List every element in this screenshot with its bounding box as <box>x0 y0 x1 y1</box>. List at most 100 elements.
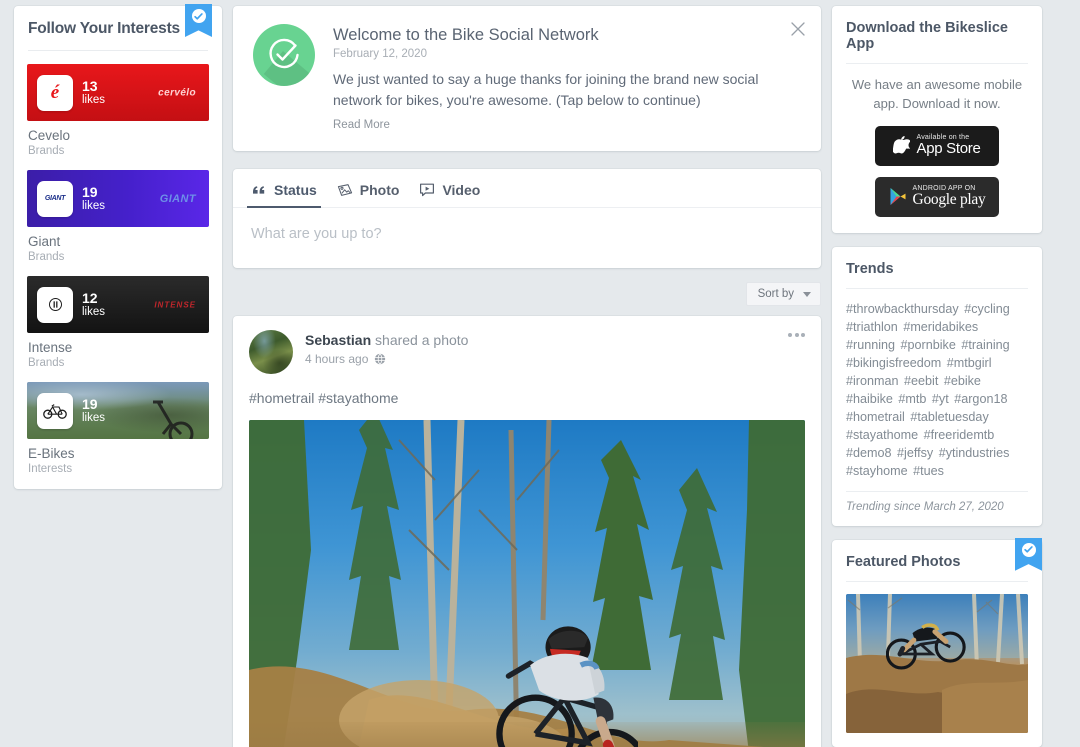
interest-banner[interactable]: é 13 likes cervélo <box>27 64 209 121</box>
trend-tag[interactable]: #triathlon <box>846 320 901 334</box>
brand-wordmark: cervélo <box>158 87 196 98</box>
list-item[interactable]: GIANT 19 likes GIANT Giant Brands <box>27 170 209 263</box>
sort-by-dropdown[interactable]: Sort by <box>745 282 821 306</box>
trend-tag[interactable]: #ytindustries <box>939 446 1010 460</box>
list-item[interactable]: é 13 likes cervélo Cevelo Brands <box>27 64 209 157</box>
avatar[interactable] <box>249 330 293 374</box>
trend-tag[interactable]: #running <box>846 338 899 352</box>
interest-name: E-Bikes <box>28 446 75 461</box>
tab-label: Photo <box>359 182 400 198</box>
trend-tag[interactable]: #throwbackthursday <box>846 302 962 316</box>
trends-card: Trends #throwbackthursday #cycling #tria… <box>832 246 1042 526</box>
like-count: 13 likes <box>82 78 106 106</box>
trend-tag[interactable]: #tues <box>913 464 944 478</box>
brand-wordmark: GIANT <box>159 192 196 205</box>
trend-tag[interactable]: #training <box>961 338 1009 352</box>
interests-list: é 13 likes cervélo Cevelo Brands GIANT 1… <box>14 51 222 489</box>
check-circle-icon <box>253 24 315 86</box>
trend-tag[interactable]: #tabletuesday <box>910 410 988 424</box>
intense-logo-icon <box>37 286 73 323</box>
download-app-body: We have an awesome mobile app. Download … <box>832 64 1042 233</box>
featured-photos-body <box>832 582 1042 747</box>
interest-category: Brands <box>28 357 65 369</box>
trend-tag[interactable]: #freeridemtb <box>924 428 995 442</box>
welcome-text: We just wanted to say a huge thanks for … <box>333 71 759 108</box>
featured-photos-title: Featured Photos <box>846 553 961 570</box>
bike-silhouette <box>153 400 194 439</box>
interest-category: Interests <box>28 463 73 475</box>
app-store-button[interactable]: Available on the App Store <box>875 125 999 166</box>
check-circle-icon <box>191 9 206 23</box>
list-item[interactable]: 12 likes INTENSE Intense Brands <box>27 276 209 369</box>
panel-header: Trends <box>832 247 1042 277</box>
tab-label: Video <box>442 182 481 198</box>
interest-name: Cevelo <box>28 128 71 143</box>
interest-banner[interactable]: 12 likes INTENSE <box>27 276 209 333</box>
more-options-icon[interactable] <box>788 333 805 337</box>
trend-tag[interactable]: #ironman <box>846 374 902 388</box>
trend-tag[interactable]: #argon18 <box>954 392 1007 406</box>
like-count: 19 likes <box>82 184 106 212</box>
interest-category: Brands <box>28 145 65 157</box>
trend-tag[interactable]: #ebike <box>944 374 981 388</box>
featured-photo[interactable] <box>846 593 1028 733</box>
left-column: Follow Your Interests é 13 likes cervélo… <box>14 4 222 747</box>
photo-rider <box>886 623 966 670</box>
post-meta: Sebastian shared a photo 4 hours ago <box>305 330 468 366</box>
chevron-down-icon <box>803 291 811 297</box>
trend-tag[interactable]: #bikingisfreedom <box>846 356 945 370</box>
trends-footer: Trending since March 27, 2020 <box>846 500 1004 513</box>
tab-video[interactable]: Video <box>419 182 480 207</box>
panel-header: Featured Photos <box>832 537 1042 571</box>
welcome-title: Welcome to the Bike Social Network <box>333 26 599 44</box>
trend-tag[interactable]: #demo8 <box>846 446 895 460</box>
list-item[interactable]: 19 likes E-Bikes Interests <box>27 382 209 475</box>
download-app-title: Download the Bikeslice App <box>846 20 1008 52</box>
interest-banner[interactable]: 19 likes <box>27 382 209 439</box>
panel-header: Download the Bikeslice App <box>832 6 1042 52</box>
photo-icon <box>337 184 352 196</box>
feed-post: Sebastian shared a photo 4 hours ago #ho… <box>233 316 821 747</box>
trend-tag[interactable]: #stayathome <box>846 428 922 442</box>
trend-tag[interactable]: #jeffsy <box>897 446 937 460</box>
post-composer: Status Photo Video What are you up to? <box>233 169 821 268</box>
trend-tag[interactable]: #yt <box>932 392 952 406</box>
post-author-name[interactable]: Sebastian <box>305 332 371 348</box>
ebike-icon <box>37 392 73 429</box>
trend-tag[interactable]: #haibike <box>846 392 896 406</box>
welcome-icon-wrap <box>253 24 315 131</box>
interest-banner[interactable]: GIANT 19 likes GIANT <box>27 170 209 227</box>
trend-tag[interactable]: #eebit <box>904 374 942 388</box>
post-tags: #hometrail #stayathome <box>249 390 399 406</box>
globe-icon <box>375 353 386 365</box>
app-root: Follow Your Interests é 13 likes cervélo… <box>0 0 1080 747</box>
interest-name: Intense <box>28 340 73 355</box>
post-action: shared a photo <box>375 332 469 348</box>
trend-tag[interactable]: #cycling <box>964 302 1010 316</box>
composer-tabs: Status Photo Video <box>233 169 821 208</box>
interest-category: Brands <box>28 251 65 263</box>
post-timestamp: 4 hours ago <box>305 352 369 366</box>
giant-logo-icon: GIANT <box>37 180 73 217</box>
follow-interests-panel: Follow Your Interests é 13 likes cervélo… <box>14 4 222 489</box>
google-play-button[interactable]: ANDROID APP ON Google play <box>875 176 999 217</box>
download-app-card: Download the Bikeslice App We have an aw… <box>832 6 1042 233</box>
trend-tag[interactable]: #meridabikes <box>903 320 978 334</box>
trend-tag[interactable]: #mtb <box>898 392 930 406</box>
trend-tag[interactable]: #hometrail <box>846 410 908 424</box>
trend-tag[interactable]: #stayhome <box>846 464 911 478</box>
close-icon[interactable] <box>789 20 807 38</box>
page-title: Follow Your Interests <box>28 20 180 37</box>
post-photo[interactable] <box>249 420 805 747</box>
brand-wordmark: INTENSE <box>154 300 196 309</box>
trend-tag[interactable]: #pornbike <box>901 338 960 352</box>
google-play-text: ANDROID APP ON Google play <box>913 185 986 209</box>
status-input[interactable]: What are you up to? <box>233 208 821 268</box>
video-icon <box>420 183 435 197</box>
read-more-link[interactable]: Read More <box>333 119 801 131</box>
tab-photo[interactable]: Photo <box>337 182 400 207</box>
tab-status[interactable]: Status <box>247 182 321 208</box>
photo-rider <box>495 626 639 747</box>
trend-tag[interactable]: #mtbgirl <box>947 356 992 370</box>
welcome-date: February 12, 2020 <box>333 48 427 60</box>
